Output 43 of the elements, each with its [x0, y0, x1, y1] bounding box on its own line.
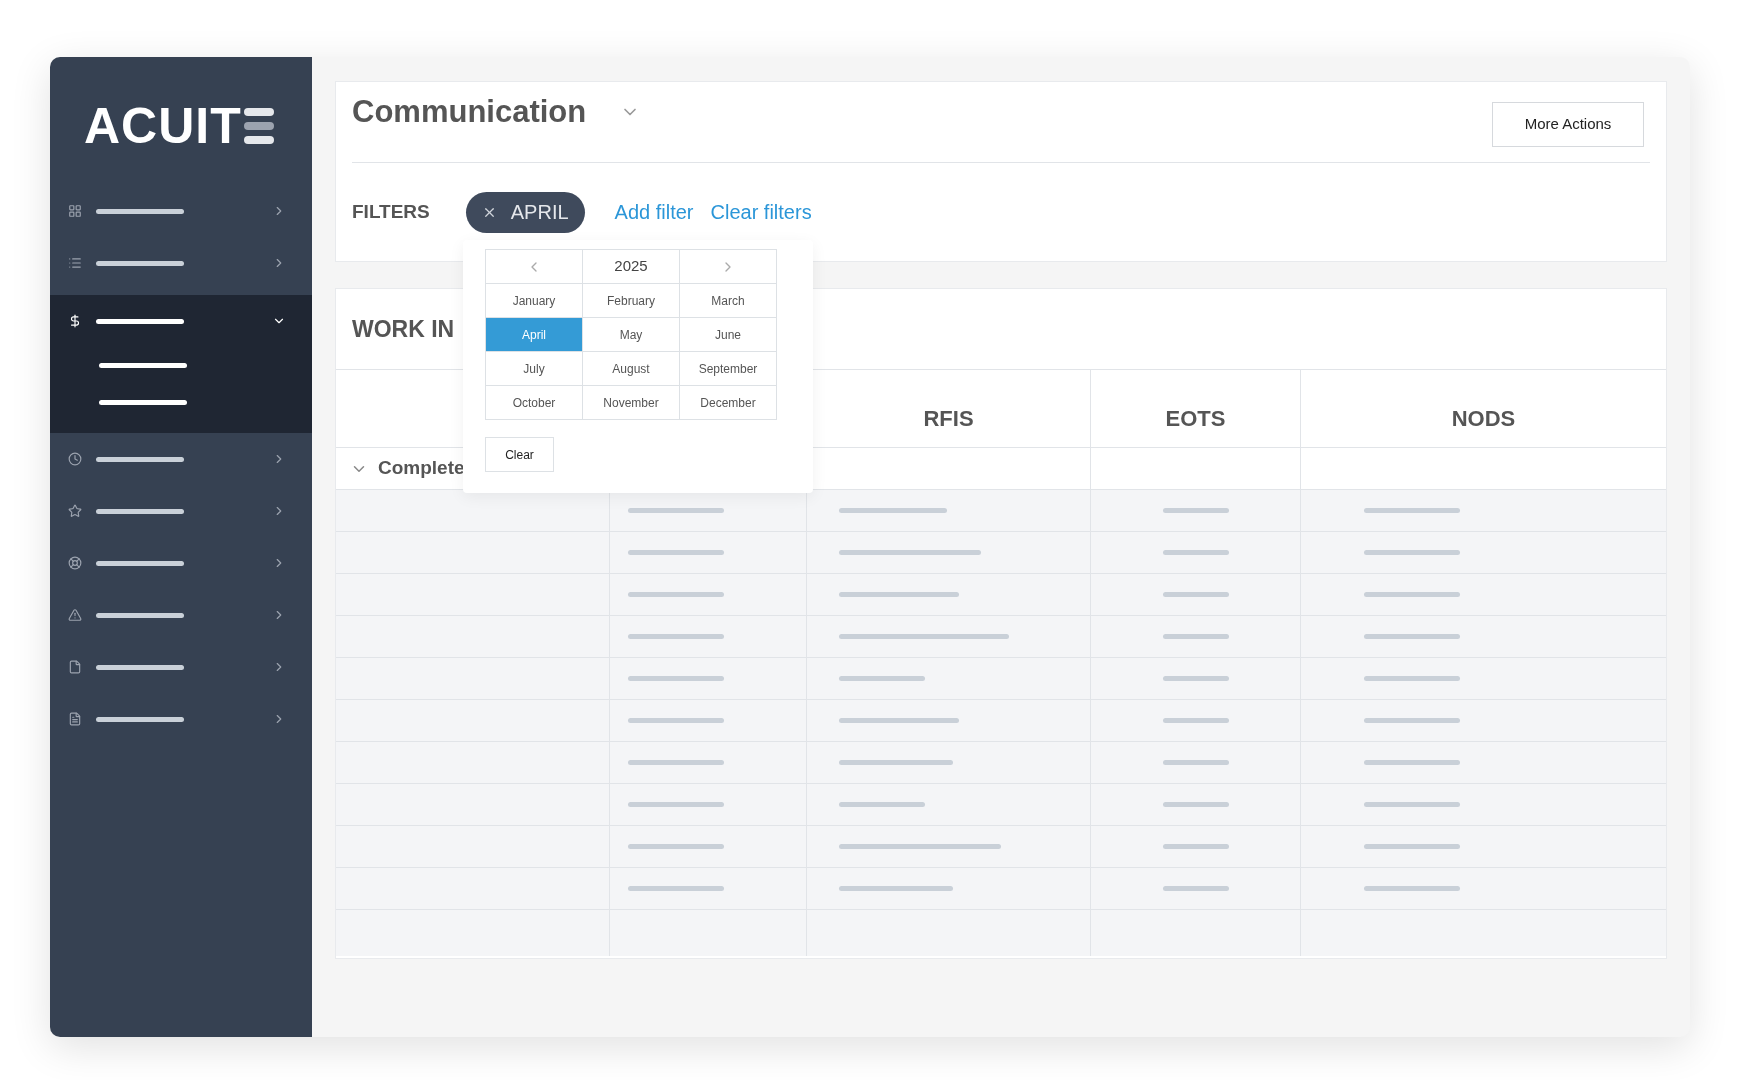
filter-chip[interactable]: APRIL	[465, 191, 585, 233]
column-header: EOTS	[1165, 405, 1226, 433]
document-icon	[68, 712, 82, 726]
column-header: NODS	[1451, 405, 1516, 433]
skeleton-bar	[1162, 550, 1229, 555]
clear-button[interactable]: Clear	[485, 437, 554, 472]
month-cell[interactable]: March	[680, 284, 777, 318]
skeleton-bar	[1162, 592, 1229, 597]
skeleton-bar	[1162, 802, 1229, 807]
skeleton-bar	[1162, 718, 1229, 723]
clock-icon	[68, 452, 82, 466]
grid-icon	[68, 204, 82, 218]
month-cell[interactable]: May	[583, 318, 680, 352]
month-cell[interactable]: January	[486, 284, 583, 318]
logo: ACUIT	[84, 101, 242, 151]
skeleton-bar	[1162, 886, 1229, 891]
section-title: WORK IN	[352, 314, 455, 344]
list-icon	[68, 256, 82, 270]
skeleton-bar	[1162, 634, 1229, 639]
lifebuoy-icon	[68, 556, 82, 570]
column-header: RFIS	[923, 405, 974, 433]
month-cell[interactable]: November	[583, 386, 680, 420]
warning-icon	[68, 608, 82, 622]
month-cell[interactable]: December	[680, 386, 777, 420]
month-cell[interactable]: September	[680, 352, 777, 386]
skeleton-bar	[1162, 844, 1229, 849]
group-label: Complete	[378, 456, 465, 481]
more-actions-button[interactable]: More Actions	[1492, 102, 1644, 147]
month-cell[interactable]: October	[486, 386, 583, 420]
dollar-icon	[68, 314, 82, 328]
month-cell[interactable]: August	[583, 352, 680, 386]
month-cell[interactable]: February	[583, 284, 680, 318]
logo-mark-icon	[243, 106, 274, 146]
page-title: Communication	[352, 96, 587, 127]
file-icon	[68, 660, 82, 674]
star-icon	[68, 504, 82, 518]
month-cell[interactable]: July	[486, 352, 583, 386]
skeleton-bar	[1162, 676, 1229, 681]
month-cell[interactable]: June	[680, 318, 777, 352]
skeleton-bar	[1162, 508, 1229, 513]
filters-label: FILTERS	[352, 199, 430, 224]
skeleton-bar	[1162, 760, 1229, 765]
chip-label: APRIL	[510, 200, 569, 225]
